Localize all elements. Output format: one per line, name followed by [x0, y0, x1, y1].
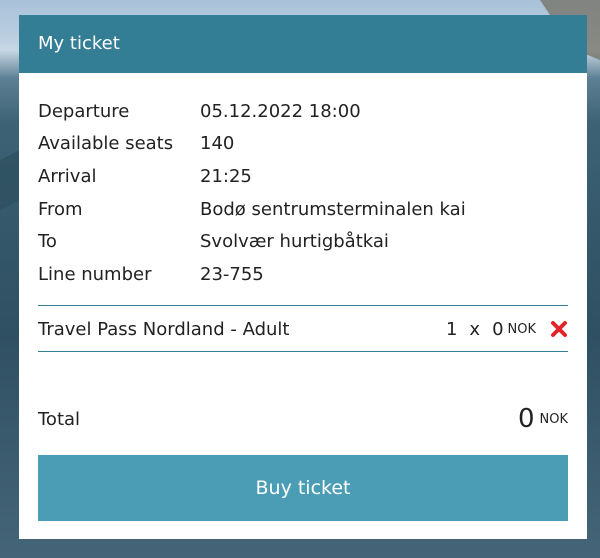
card-header: My ticket	[19, 15, 587, 73]
page-title: My ticket	[38, 33, 120, 54]
detail-row-departure: Departure 05.12.2022 18:00	[38, 95, 568, 128]
detail-label: To	[38, 231, 57, 253]
total-label: Total	[38, 408, 81, 430]
detail-value: 140	[200, 133, 235, 155]
detail-label: From	[38, 198, 83, 220]
detail-row-to: To Svolvær hurtigbåtkai	[38, 225, 568, 258]
line-item-quantity: 1	[445, 318, 458, 340]
line-item: Travel Pass Nordland - Adult 1 x 0 NOK	[38, 307, 568, 351]
total-currency: NOK	[539, 411, 568, 427]
buy-ticket-button[interactable]: Buy ticket	[38, 455, 568, 521]
detail-value: 23-755	[200, 263, 264, 285]
divider-bottom	[38, 351, 568, 352]
detail-value: Svolvær hurtigbåtkai	[200, 231, 389, 253]
detail-value: Bodø sentrumsterminalen kai	[200, 198, 466, 220]
detail-label: Departure	[38, 100, 130, 122]
close-icon[interactable]	[550, 320, 568, 338]
total-row: Total 0 NOK	[38, 401, 568, 437]
ticket-card: My ticket Departure 05.12.2022 18:00 Ava…	[19, 15, 587, 539]
line-item-price: 0	[492, 318, 504, 340]
ticket-details: Departure 05.12.2022 18:00 Available sea…	[38, 95, 568, 291]
detail-row-line-number: Line number 23-755	[38, 258, 568, 291]
detail-row-from: From Bodø sentrumsterminalen kai	[38, 193, 568, 226]
detail-row-arrival: Arrival 21:25	[38, 160, 568, 193]
divider-top	[38, 305, 568, 306]
total-value: 0	[517, 404, 535, 434]
line-item-name: Travel Pass Nordland - Adult	[38, 318, 290, 340]
line-item-currency: NOK	[507, 321, 536, 337]
detail-label: Line number	[38, 263, 152, 285]
detail-value: 05.12.2022 18:00	[200, 100, 361, 122]
line-item-multiplier: x	[469, 318, 481, 340]
detail-row-available-seats: Available seats 140	[38, 128, 568, 161]
detail-value: 21:25	[200, 165, 252, 187]
detail-label: Arrival	[38, 165, 97, 187]
detail-label: Available seats	[38, 133, 174, 155]
